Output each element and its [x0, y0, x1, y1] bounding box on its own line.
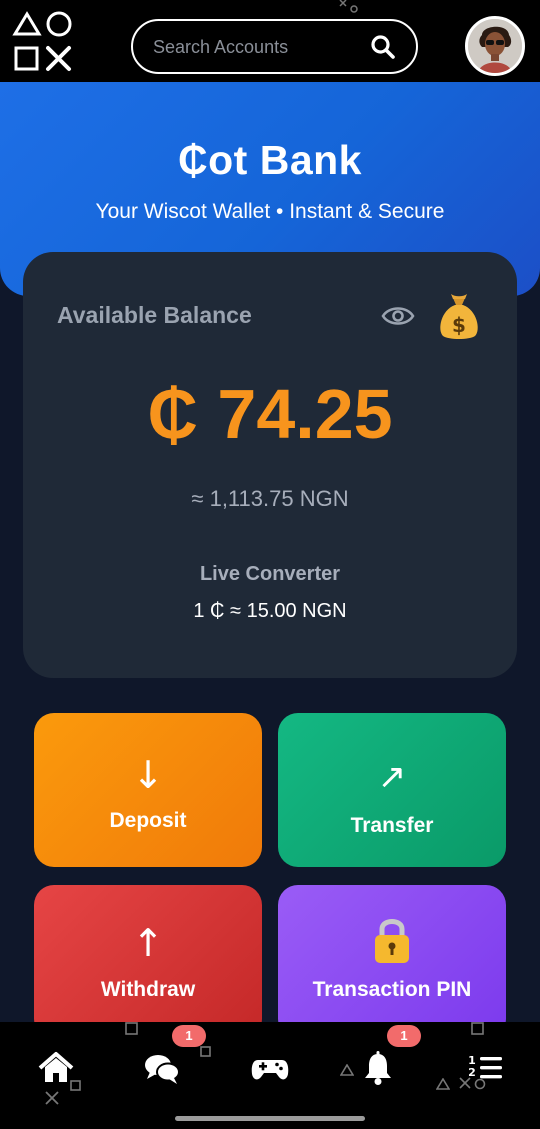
arrow-down-icon: ↓	[132, 753, 164, 797]
chat-icon[interactable]	[142, 1048, 182, 1088]
numbered-list-icon[interactable]: 1 2	[466, 1048, 506, 1088]
decor-triangle-icon	[340, 1064, 354, 1076]
decor-square-icon	[471, 1022, 484, 1035]
app-subtitle: Your Wiscot Wallet • Instant & Secure	[95, 200, 445, 223]
balance-label: Available Balance	[57, 302, 252, 328]
decor-square-icon	[125, 1022, 138, 1035]
chat-badge: 1	[172, 1025, 206, 1047]
search-input[interactable]	[153, 33, 363, 61]
decor-shapes-icon	[339, 0, 358, 13]
transaction-pin-button[interactable]: Transaction PIN	[278, 885, 506, 1039]
search-icon[interactable]	[370, 34, 396, 60]
money-bag-icon: $	[440, 294, 478, 339]
svg-text:2: 2	[468, 1066, 476, 1079]
transfer-button[interactable]: ↗ Transfer	[278, 713, 506, 867]
converter-label: Live Converter	[199, 563, 341, 585]
app-screen: ₵ot Bank Your Wiscot Wallet • Instant & …	[0, 0, 540, 1129]
decor-cross-icon	[45, 1091, 59, 1105]
balance-amount: ₵ 74.25	[147, 375, 393, 453]
transfer-label: Transfer	[350, 814, 434, 837]
bell-icon[interactable]	[358, 1048, 398, 1088]
bottom-nav: 1 1 1 2	[0, 1022, 540, 1129]
withdraw-label: Withdraw	[100, 978, 196, 1001]
transaction-pin-label: Transaction PIN	[312, 978, 472, 1001]
gamepad-icon[interactable]	[250, 1048, 290, 1088]
balance-ngn-equivalent: ≈ 1,113.75 NGN	[191, 486, 349, 511]
decor-triangle-icon	[436, 1078, 450, 1090]
top-bar	[0, 0, 540, 82]
withdraw-button[interactable]: ↑ Withdraw	[34, 885, 262, 1039]
search-bar[interactable]	[131, 19, 418, 74]
eye-icon[interactable]	[381, 302, 415, 330]
converter-rate: 1 ₵ ≈ 15.00 NGN	[193, 600, 347, 622]
arrow-up-icon: ↑	[132, 921, 164, 965]
user-avatar-icon	[468, 19, 522, 73]
balance-card: Available Balance $ ₵ 74.25 ≈ 1,113.75 N…	[23, 252, 517, 678]
app-title: ₵ot Bank	[178, 137, 362, 183]
home-icon[interactable]	[36, 1048, 76, 1088]
home-indicator[interactable]	[175, 1116, 365, 1121]
lock-icon	[375, 919, 409, 963]
decor-square-icon	[200, 1046, 211, 1057]
avatar[interactable]	[465, 16, 525, 76]
playstation-shapes-icon[interactable]	[12, 10, 76, 74]
arrow-up-right-icon: ↗	[377, 757, 407, 797]
notification-badge: 1	[387, 1025, 421, 1047]
deposit-label: Deposit	[109, 809, 187, 832]
svg-text:$: $	[452, 313, 466, 337]
deposit-button[interactable]: ↓ Deposit	[34, 713, 262, 867]
